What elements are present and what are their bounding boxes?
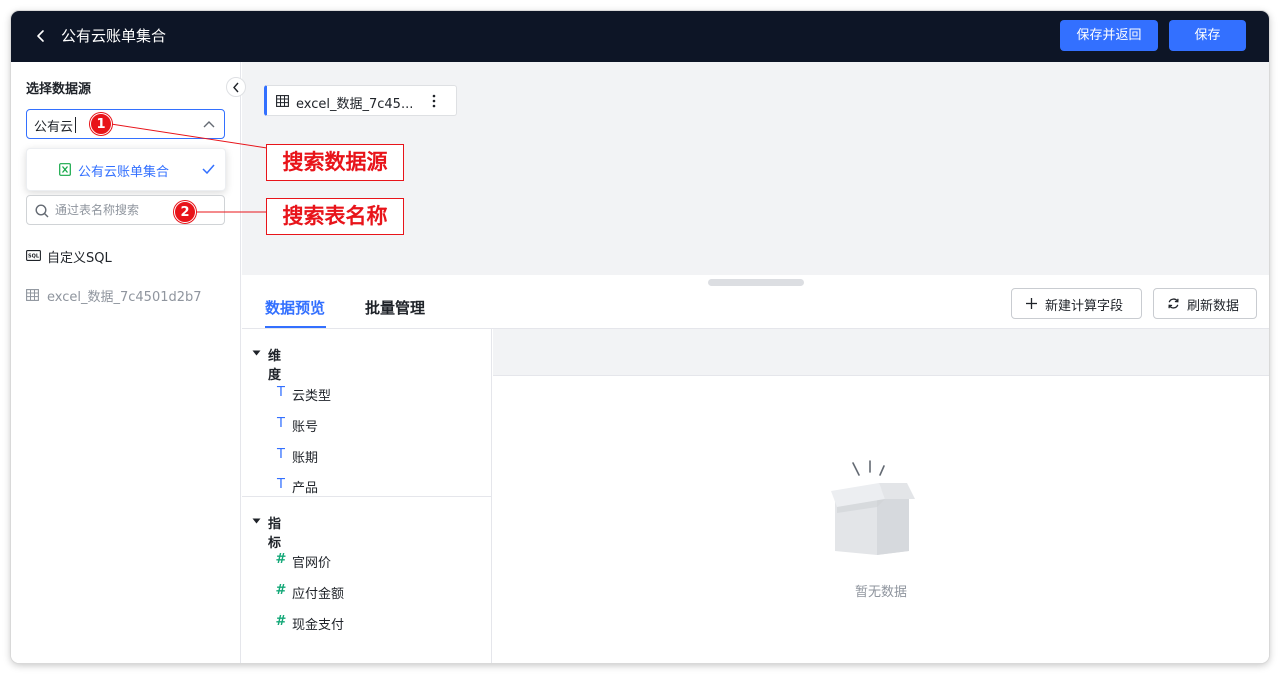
datasource-sidebar: 选择数据源 公有云 公有云账单集合 通过表名称搜索 SQL 自定义SQL exc… <box>11 62 241 663</box>
tab-data-preview[interactable]: 数据预览 <box>265 297 325 318</box>
search-icon <box>35 204 49 218</box>
app-window: 公有云账单集合 保存并返回 保存 选择数据源 公有云 公有云账单集合 通过表名称… <box>11 11 1269 663</box>
top-bar: 公有云账单集合 保存并返回 保存 <box>11 11 1269 62</box>
excel-file-icon <box>59 163 71 176</box>
check-icon <box>202 164 215 174</box>
annotation-label: 搜索数据源 <box>266 144 404 181</box>
table-icon <box>276 95 289 107</box>
sidebar-item-label: 自定义SQL <box>47 251 112 266</box>
sidebar-title: 选择数据源 <box>26 82 92 97</box>
field-name: 现金支付 <box>292 618 345 633</box>
resize-handle[interactable] <box>708 279 804 286</box>
sql-icon: SQL <box>26 250 41 261</box>
group-label: 维度 <box>268 349 282 383</box>
chevron-left-icon <box>233 82 239 93</box>
field-list: 维度 T 云类型 T 账号 T 账期 T 产品 指标 # 官网价 # 应付金额 … <box>242 329 492 663</box>
sidebar-item-label: excel_数据_7c4501d2b7 <box>47 290 202 305</box>
refresh-icon <box>1168 298 1179 309</box>
field-name: 产品 <box>292 481 319 496</box>
collapse-sidebar-button[interactable] <box>226 77 246 97</box>
chevron-up-icon[interactable] <box>203 120 215 128</box>
annotation-badge: 1 <box>90 113 112 135</box>
empty-box-icon <box>831 460 915 555</box>
text-type-icon: T <box>277 385 285 400</box>
button-label: 新建计算字段 <box>1045 299 1124 314</box>
number-type-icon: # <box>275 583 287 598</box>
text-type-icon: T <box>277 447 285 462</box>
datasource-option-label: 公有云账单集合 <box>78 165 170 180</box>
number-type-icon: # <box>275 614 287 629</box>
save-and-return-button[interactable]: 保存并返回 <box>1060 20 1158 51</box>
table-node-card[interactable]: excel_数据_7c45... <box>264 85 457 116</box>
field-name: 账号 <box>292 420 319 435</box>
caret-down-icon <box>252 518 261 524</box>
back-arrow-icon[interactable] <box>33 25 49 47</box>
datasource-option[interactable]: 公有云账单集合 <box>27 149 225 190</box>
annotation-label: 搜索表名称 <box>266 198 404 235</box>
page-title: 公有云账单集合 <box>61 27 167 45</box>
divider <box>242 496 492 497</box>
group-label: 指标 <box>268 517 282 551</box>
datasource-dropdown: 公有云账单集合 <box>26 148 226 191</box>
svg-text:SQL: SQL <box>28 254 40 260</box>
data-panel: 数据预览 批量管理 新建计算字段 刷新数据 维度 T 云类型 T 账号 T 账期… <box>242 275 1269 663</box>
text-cursor <box>75 117 76 133</box>
table-icon <box>26 289 39 301</box>
field-name: 云类型 <box>292 389 332 404</box>
number-type-icon: # <box>275 552 287 567</box>
data-preview-area: 暂无数据 <box>493 329 1269 663</box>
text-type-icon: T <box>277 477 285 492</box>
field-name: 官网价 <box>292 556 332 571</box>
datasource-search-input[interactable]: 公有云 <box>26 109 225 139</box>
more-vertical-icon[interactable] <box>430 93 438 109</box>
plus-icon <box>1026 298 1037 309</box>
field-name: 账期 <box>292 451 319 466</box>
new-calculated-field-button[interactable]: 新建计算字段 <box>1011 288 1142 319</box>
field-name: 应付金额 <box>292 587 345 602</box>
annotation-badge: 2 <box>174 201 196 223</box>
text-type-icon: T <box>277 416 285 431</box>
empty-state-text: 暂无数据 <box>854 585 907 600</box>
preview-table-header <box>493 329 1269 376</box>
tab-batch-manage[interactable]: 批量管理 <box>365 297 425 318</box>
caret-down-icon <box>252 350 261 356</box>
table-node-label: excel_数据_7c45... <box>296 97 414 112</box>
button-label: 刷新数据 <box>1187 299 1240 314</box>
save-button[interactable]: 保存 <box>1169 20 1246 51</box>
datasource-query-text: 公有云 <box>34 120 74 135</box>
refresh-data-button[interactable]: 刷新数据 <box>1153 288 1257 319</box>
